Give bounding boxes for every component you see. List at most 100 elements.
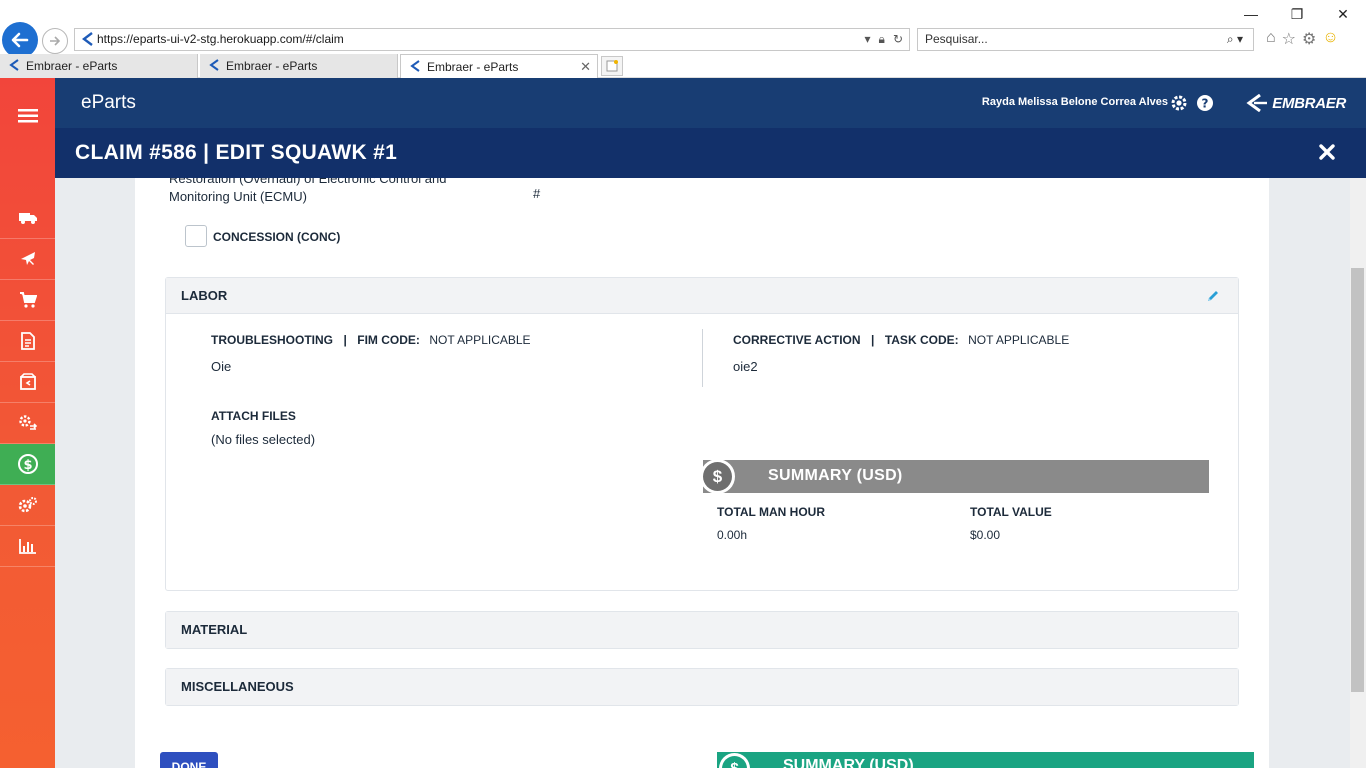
tab-favicon-icon <box>9 59 19 71</box>
package-return-icon <box>19 373 36 390</box>
new-tab-button[interactable] <box>601 56 623 76</box>
sidebar-item-reports[interactable] <box>0 526 55 567</box>
total-value-value: $0.00 <box>970 528 1001 542</box>
new-tab-icon <box>606 60 618 72</box>
site-favicon-icon <box>82 32 93 46</box>
app-brand[interactable]: eParts <box>81 92 136 114</box>
refresh-icon[interactable]: ↻ <box>893 29 903 50</box>
favorites-star-icon[interactable]: ☆ <box>1282 29 1296 49</box>
concession-checkbox[interactable] <box>185 225 207 247</box>
sidebar-item-claims[interactable]: $ <box>0 444 55 485</box>
material-panel-header[interactable]: MATERIAL <box>166 612 1238 648</box>
tab-favicon-icon <box>410 60 420 72</box>
dollar-glyph: $ <box>703 462 732 491</box>
sidebar-item-cart[interactable] <box>0 280 55 321</box>
app-header: eParts Rayda Melissa Belone Correa Alves… <box>55 78 1366 128</box>
sidebar-item-documents[interactable] <box>0 321 55 362</box>
logo-text: EMBRAER <box>1272 94 1346 112</box>
pencil-icon[interactable] <box>1206 289 1220 303</box>
gear-swap-icon <box>18 415 37 430</box>
material-title: MATERIAL <box>181 622 248 637</box>
search-input[interactable]: Pesquisar... ⌕ ▾ <box>917 28 1254 51</box>
summary-title: SUMMARY (USD) <box>768 467 903 484</box>
tab-bar: Embraer - eParts Embraer - eParts Embrae… <box>0 54 1366 78</box>
svg-text:$: $ <box>23 458 32 473</box>
part-description-line: Monitoring Unit (ECMU) <box>169 189 307 204</box>
sidebar-item-settings[interactable] <box>0 485 55 526</box>
sidebar-item-returns[interactable] <box>0 362 55 403</box>
part-description: Restoration (Overhaul) of Electronic Con… <box>169 178 446 206</box>
minimize-icon[interactable]: — <box>1228 0 1274 28</box>
part-number-hash: # <box>533 186 541 201</box>
window-close-icon[interactable]: ✕ <box>1320 0 1366 28</box>
sidebar-item-logistics[interactable] <box>0 198 55 239</box>
miscellaneous-panel[interactable]: MISCELLANEOUS <box>165 668 1239 706</box>
task-code-value: NOT APPLICABLE <box>968 333 1070 347</box>
dropdown-icon[interactable]: ▾ <box>865 29 871 50</box>
plane-icon <box>20 252 35 265</box>
total-man-hour-label: TOTAL MAN HOUR <box>717 505 825 519</box>
separator: | <box>871 333 875 347</box>
miscellaneous-panel-header[interactable]: MISCELLANEOUS <box>166 669 1238 705</box>
hamburger-icon <box>17 109 38 123</box>
arrow-left-icon <box>11 32 29 48</box>
attach-files-value: (No files selected) <box>211 432 316 447</box>
modal-title: CLAIM #586 | EDIT SQUAWK #1 <box>75 141 398 164</box>
tab-close-icon[interactable]: ✕ <box>580 55 591 79</box>
part-description-line: Restoration (Overhaul) of Electronic Con… <box>169 178 447 186</box>
lock-icon[interactable]: 🔒︎ <box>879 29 885 50</box>
close-button[interactable] <box>1316 141 1338 163</box>
restore-icon[interactable]: ❐ <box>1274 0 1320 28</box>
scrollbar-thumb[interactable] <box>1351 268 1364 692</box>
tab-label: Embraer - eParts <box>427 60 519 74</box>
task-code-label: TASK CODE: <box>884 333 959 347</box>
arrow-right-icon <box>50 36 61 46</box>
labor-title: LABOR <box>181 288 228 303</box>
modal-body: Restoration (Overhaul) of Electronic Con… <box>135 178 1269 768</box>
address-bar[interactable]: https://eparts-ui-v2-stg.herokuapp.com/#… <box>74 28 910 51</box>
sidebar: $ <box>0 78 55 768</box>
browser-tab[interactable]: Embraer - eParts <box>200 54 398 78</box>
feedback-smiley-icon[interactable]: ☺ <box>1322 29 1338 49</box>
gear-icon[interactable] <box>1170 94 1188 112</box>
footer-summary-title: SUMMARY (USD) <box>783 757 914 768</box>
fim-code-label: FIM CODE: <box>357 333 420 347</box>
miscellaneous-title: MISCELLANEOUS <box>181 679 294 694</box>
modal-header: CLAIM #586 | EDIT SQUAWK #1 <box>55 128 1366 178</box>
embraer-logo-icon <box>1246 94 1268 112</box>
settings-icon <box>18 497 37 513</box>
close-icon <box>1319 144 1335 160</box>
sidebar-item-aircraft[interactable] <box>0 239 55 280</box>
total-value-label: TOTAL VALUE <box>970 505 1052 519</box>
tab-label: Embraer - eParts <box>26 59 118 73</box>
tab-favicon-icon <box>209 59 219 71</box>
attach-files-label[interactable]: ATTACH FILES <box>211 409 296 423</box>
document-icon <box>20 332 35 350</box>
tools-gear-icon[interactable]: ⚙ <box>1302 29 1316 49</box>
corrective-action-label: CORRECTIVE ACTION <box>733 333 861 347</box>
browser-tab[interactable]: Embraer - eParts <box>0 54 198 78</box>
search-placeholder: Pesquisar... <box>925 32 988 46</box>
tab-label: Embraer - eParts <box>226 59 318 73</box>
back-button[interactable] <box>2 22 38 58</box>
troubleshooting-label: TROUBLESHOOTING <box>211 333 333 347</box>
home-icon[interactable]: ⌂ <box>1266 29 1276 49</box>
sidebar-item-exchange[interactable] <box>0 403 55 444</box>
help-icon[interactable]: ? <box>1196 94 1214 112</box>
material-panel[interactable]: MATERIAL <box>165 611 1239 649</box>
user-name[interactable]: Rayda Melissa Belone Correa Alves <box>982 96 1168 108</box>
total-man-hour-value: 0.00h <box>717 528 748 542</box>
browser-tab-active[interactable]: Embraer - eParts ✕ <box>400 54 598 78</box>
fim-code-value: NOT APPLICABLE <box>429 333 531 347</box>
corrective-action-header: CORRECTIVE ACTION | TASK CODE: NOT APPLI… <box>733 331 1069 349</box>
menu-button[interactable] <box>0 96 55 136</box>
forward-button[interactable] <box>42 28 68 54</box>
svg-text:?: ? <box>1202 97 1209 111</box>
dollar-glyph: $ <box>722 756 747 768</box>
search-icon[interactable]: ⌕ ▾ <box>1227 29 1243 50</box>
labor-panel-header[interactable]: LABOR <box>166 278 1238 314</box>
truck-icon <box>18 213 37 224</box>
concession-label[interactable]: CONCESSION (CONC) <box>213 230 340 244</box>
footer-dollar-icon: $ <box>719 753 750 768</box>
done-button[interactable]: DONE <box>160 752 218 768</box>
